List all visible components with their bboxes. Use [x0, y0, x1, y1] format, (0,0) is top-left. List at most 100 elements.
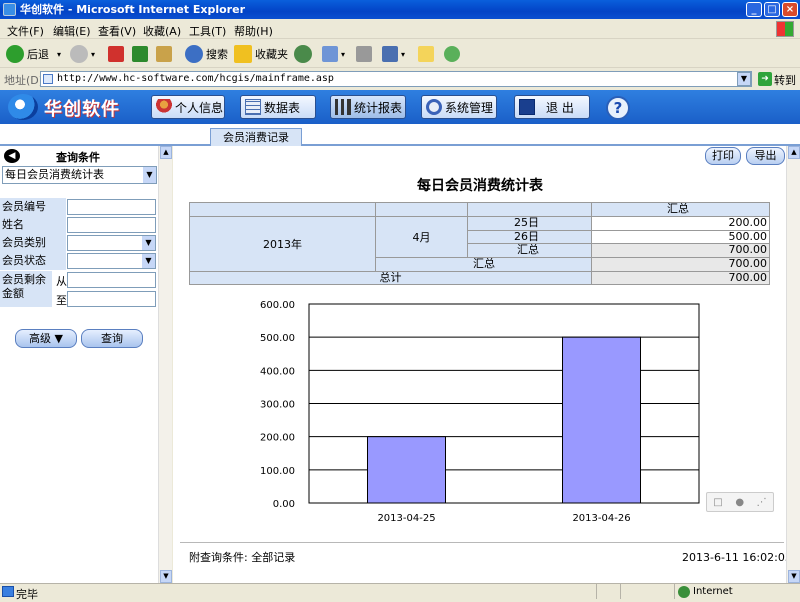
messenger-icon — [444, 46, 460, 62]
chevron-down-icon: ▼ — [142, 236, 155, 250]
search-label: 搜索 — [206, 48, 228, 61]
close-button[interactable]: × — [782, 2, 798, 17]
year-cell: 2013年 — [190, 217, 376, 272]
refresh-icon — [132, 46, 148, 62]
exit-icon — [519, 99, 535, 115]
status-divider — [596, 584, 597, 599]
nav-statistics-report[interactable]: 统计报表 — [330, 95, 406, 119]
day-value: 200.00 — [592, 217, 770, 231]
y-tick-label: 200.00 — [260, 433, 295, 444]
pivot-table: 汇总 2013年 4月 25日 200.00 26日 500.00 汇总 700… — [189, 202, 770, 285]
stop-button[interactable] — [108, 44, 127, 64]
edit-button[interactable]: ▾ — [382, 44, 405, 64]
dropdown-arrow-icon[interactable]: ▾ — [341, 50, 345, 59]
scroll-down-icon[interactable]: ▼ — [788, 570, 800, 583]
forward-arrow-icon — [70, 45, 88, 63]
dropdown-arrow-icon[interactable]: ▾ — [57, 50, 61, 59]
query-title: 查询条件 — [56, 151, 100, 164]
refresh-button[interactable] — [132, 44, 151, 64]
chart-toolbar[interactable]: □ ● ⋰ — [706, 492, 774, 512]
day-value: 500.00 — [592, 231, 770, 244]
member-id-label: 会员编号 — [0, 198, 66, 216]
advanced-button[interactable]: 高级 ▼ — [15, 329, 77, 348]
nav-data-table[interactable]: 数据表 — [240, 95, 316, 119]
search-icon — [185, 45, 203, 63]
mail-button[interactable]: ▾ — [322, 44, 345, 64]
nav-label: 系统管理 — [445, 100, 494, 115]
sidebar-scrollbar[interactable]: ▲ ▼ — [158, 146, 172, 583]
help-button[interactable]: ? — [606, 96, 630, 120]
year-subtotal-value: 700.00 — [592, 258, 770, 272]
printer-icon — [356, 46, 372, 62]
member-status-select[interactable]: ▼ — [67, 253, 156, 269]
collapse-left-icon[interactable]: ◀ — [4, 149, 20, 163]
go-arrow-icon[interactable]: ➜ — [758, 72, 772, 86]
header-total: 汇总 — [592, 203, 770, 217]
dropdown-arrow-icon[interactable]: ▾ — [91, 50, 95, 59]
balance-from-input[interactable] — [67, 272, 156, 288]
history-button[interactable] — [294, 44, 315, 64]
y-tick-label: 600.00 — [260, 300, 295, 311]
nav-personal-info[interactable]: 个人信息 — [151, 95, 225, 119]
window-title-bar: 华创软件 - Microsoft Internet Explorer _ □ × — [0, 0, 800, 19]
table-header-blank — [468, 203, 592, 217]
menu-favorites[interactable]: 收藏(A) — [143, 23, 181, 39]
nav-system-management[interactable]: 系统管理 — [421, 95, 497, 119]
chevron-down-icon: ▼ — [143, 167, 156, 183]
table-header-blank — [376, 203, 468, 217]
report-type-select[interactable]: 每日会员消费统计表 ▼ — [2, 166, 157, 184]
scroll-up-icon[interactable]: ▲ — [788, 146, 800, 159]
menu-tools[interactable]: 工具(T) — [189, 23, 226, 39]
y-tick-label: 0.00 — [273, 499, 295, 510]
tab-strip — [0, 124, 800, 146]
brand-name: 华创软件 — [44, 99, 120, 120]
search-button[interactable]: 搜索 — [185, 44, 228, 64]
edit-icon — [382, 46, 398, 62]
back-button[interactable]: 后退 ▾ — [6, 44, 61, 64]
brand-logo-icon — [8, 94, 38, 120]
page-icon — [43, 74, 53, 84]
main-scrollbar[interactable]: ▲ ▼ — [786, 146, 800, 583]
maximize-button[interactable]: □ — [764, 2, 780, 17]
menu-edit[interactable]: 编辑(E) — [53, 23, 91, 39]
favorites-button[interactable]: 收藏夹 — [234, 44, 288, 64]
member-id-input[interactable] — [67, 199, 156, 215]
menu-help[interactable]: 帮助(H) — [234, 23, 273, 39]
address-input[interactable]: http://www.hc-software.com/hcgis/mainfra… — [40, 71, 752, 87]
forward-button[interactable]: ▾ — [70, 44, 95, 64]
status-divider — [674, 584, 675, 599]
name-input[interactable] — [67, 217, 156, 233]
minimize-button[interactable]: _ — [746, 2, 762, 17]
history-icon — [294, 45, 312, 63]
address-dropdown-icon[interactable]: ▼ — [737, 72, 751, 86]
chart-tool-icon[interactable]: ● — [735, 497, 744, 508]
member-category-select[interactable]: ▼ — [67, 235, 156, 251]
balance-to-input[interactable] — [67, 291, 156, 307]
nav-exit[interactable]: 退 出 — [514, 95, 590, 119]
scroll-down-icon[interactable]: ▼ — [160, 570, 172, 583]
menu-file[interactable]: 文件(F) — [7, 23, 44, 39]
grand-total-value: 700.00 — [592, 272, 770, 285]
query-button[interactable]: 查询 — [81, 329, 143, 348]
day-cell: 26日 — [468, 231, 592, 244]
tab-member-consumption[interactable]: 会员消费记录 — [210, 128, 302, 146]
chart-tool-icon[interactable]: □ — [713, 497, 722, 508]
go-button[interactable]: 转到 — [774, 72, 796, 88]
export-button[interactable]: 导出 — [746, 147, 785, 165]
bar-chart-svg: 0.00 100.00 200.00 300.00 400.00 500.00 600.00… — [260, 300, 700, 524]
menu-view[interactable]: 查看(V) — [98, 23, 136, 39]
report-timestamp: 2013-6-11 16:02:03 — [682, 551, 792, 564]
grand-total-label: 总计 — [190, 272, 592, 285]
messenger-button[interactable] — [444, 44, 463, 64]
home-button[interactable] — [156, 44, 175, 64]
query-condition-note: 附查询条件: 全部记录 — [189, 551, 296, 564]
print-toolbar-button[interactable] — [356, 44, 375, 64]
dropdown-arrow-icon[interactable]: ▾ — [401, 50, 405, 59]
favorites-label: 收藏夹 — [255, 48, 288, 61]
x-tick-label: 2013-04-26 — [572, 513, 630, 524]
footer-divider — [180, 542, 784, 543]
scroll-up-icon[interactable]: ▲ — [160, 146, 172, 159]
chart-tool-icon[interactable]: ⋰ — [757, 497, 767, 508]
print-button[interactable]: 打印 — [705, 147, 741, 165]
discuss-button[interactable] — [418, 44, 437, 64]
